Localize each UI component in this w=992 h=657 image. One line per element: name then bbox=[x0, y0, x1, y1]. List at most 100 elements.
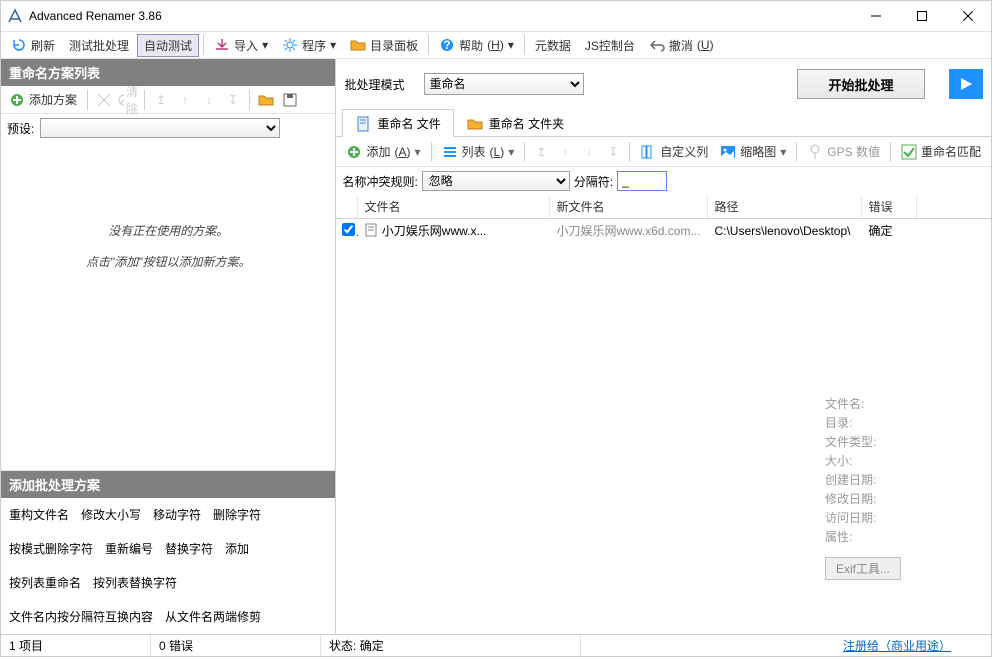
add-files-button[interactable]: 添加 (A)▾ bbox=[342, 141, 424, 162]
add-method-button[interactable]: 添加方案 bbox=[5, 89, 81, 110]
method-link[interactable]: 按模式删除字符 bbox=[9, 538, 93, 560]
window-title: Advanced Renamer 3.86 bbox=[29, 9, 853, 23]
preset-row: 预设: bbox=[1, 114, 335, 142]
method-link[interactable]: 重新编号 bbox=[105, 538, 153, 560]
info-attrs: 属性: bbox=[825, 528, 985, 547]
empty-hint-1: 没有正在使用的方案。 bbox=[108, 222, 228, 239]
maximize-button[interactable] bbox=[899, 1, 945, 31]
file-info-panel: 文件名: 目录: 文件类型: 大小: 创建日期: 修改日期: 访问日期: 属性:… bbox=[825, 395, 985, 580]
list-icon bbox=[442, 144, 458, 160]
folder-icon bbox=[350, 37, 366, 53]
method-link[interactable]: 重构文件名 bbox=[9, 504, 69, 526]
clear-methods-button[interactable]: 清除 bbox=[118, 90, 138, 110]
minimize-button[interactable] bbox=[853, 1, 899, 31]
start-batch-button[interactable]: 开始批处理 bbox=[797, 69, 925, 99]
method-link[interactable]: 移动字符 bbox=[153, 504, 201, 526]
import-icon bbox=[214, 37, 230, 53]
main-area: 重命名方案列表 添加方案 清除 ↥ ↑ ↓ ↧ 预设: bbox=[1, 59, 991, 634]
separator bbox=[524, 142, 525, 162]
move-bottom-button[interactable]: ↧ bbox=[603, 142, 623, 162]
empty-hint-2: 点击"添加"按钮以添加新方案。 bbox=[86, 253, 251, 270]
separator-input[interactable] bbox=[617, 171, 667, 191]
move-top-button[interactable]: ↥ bbox=[531, 142, 551, 162]
status-items: 1 项目 bbox=[1, 635, 151, 656]
table-row[interactable]: 小刀娱乐网www.x...小刀娱乐网www.x6d.com...C:\Users… bbox=[336, 219, 991, 242]
status-state: 状态: 确定 bbox=[321, 635, 581, 656]
columns-icon bbox=[640, 144, 656, 160]
tab-rename-folders[interactable]: 重命名 文件夹 bbox=[454, 109, 577, 137]
col-filename[interactable]: 文件名 bbox=[358, 195, 550, 218]
custom-columns-button[interactable]: 自定义列 bbox=[636, 141, 712, 162]
thumbnails-button[interactable]: 缩略图▾ bbox=[716, 141, 790, 162]
method-link[interactable]: 删除字符 bbox=[213, 504, 261, 526]
move-down-button[interactable]: ↓ bbox=[579, 142, 599, 162]
method-link[interactable]: 文件名内按分隔符互换内容 bbox=[9, 606, 153, 628]
table-header: 文件名 新文件名 路径 错误 bbox=[336, 195, 991, 219]
col-checkbox[interactable] bbox=[336, 195, 358, 218]
add-methods-header: 添加批处理方案 bbox=[1, 471, 335, 498]
col-path[interactable]: 路径 bbox=[708, 195, 862, 218]
method-link[interactable]: 按列表重命名 bbox=[9, 572, 81, 594]
method-link[interactable]: 添加 bbox=[225, 538, 249, 560]
play-button[interactable] bbox=[949, 69, 983, 99]
method-link[interactable]: 替换字符 bbox=[165, 538, 213, 560]
preset-select[interactable] bbox=[40, 118, 280, 138]
import-button[interactable]: 导入▾ bbox=[208, 35, 274, 56]
app-icon bbox=[7, 8, 23, 24]
tab-rename-files[interactable]: 重命名 文件 bbox=[342, 109, 453, 137]
row-checkbox[interactable] bbox=[342, 223, 355, 236]
js-console-button[interactable]: JS控制台 bbox=[579, 35, 641, 56]
close-button[interactable] bbox=[945, 1, 991, 31]
register-link[interactable]: 注册给（商业用途） bbox=[835, 635, 991, 656]
dir-panel-button[interactable]: 目录面板 bbox=[344, 35, 424, 56]
metadata-button[interactable]: 元数据 bbox=[529, 35, 577, 56]
status-errors: 0 错误 bbox=[151, 635, 321, 656]
col-error[interactable]: 错误 bbox=[862, 195, 917, 218]
save-button[interactable] bbox=[280, 90, 300, 110]
info-modified: 修改日期: bbox=[825, 490, 985, 509]
exif-tool-button[interactable]: Exif工具... bbox=[825, 557, 901, 580]
delete-method-button[interactable] bbox=[94, 90, 114, 110]
svg-text:?: ? bbox=[443, 38, 450, 52]
refresh-icon bbox=[11, 37, 27, 53]
program-button[interactable]: 程序▾ bbox=[276, 35, 342, 56]
move-down-button[interactable]: ↓ bbox=[199, 90, 219, 110]
help-button[interactable]: ? 帮助 (H)▾ bbox=[433, 35, 520, 56]
cell-filename: 小刀娱乐网www.x... bbox=[358, 219, 550, 242]
refresh-button[interactable]: 刷新 bbox=[5, 35, 61, 56]
file-table: 文件名 新文件名 路径 错误 小刀娱乐网www.x...小刀娱乐网www.x6d… bbox=[336, 195, 991, 634]
methods-empty-area: 没有正在使用的方案。 点击"添加"按钮以添加新方案。 bbox=[1, 142, 335, 470]
gps-button[interactable]: GPS 数值 bbox=[803, 141, 884, 162]
undo-button[interactable]: 撤消 (U) bbox=[643, 35, 720, 56]
titlebar: Advanced Renamer 3.86 bbox=[1, 1, 991, 31]
separator bbox=[431, 142, 432, 162]
main-toolbar: 刷新 测试批处理 自动测试 导入▾ 程序▾ 目录面板 ? 帮助 (H)▾ 元数据… bbox=[1, 31, 991, 59]
info-filename: 文件名: bbox=[825, 395, 985, 414]
rename-methods-header: 重命名方案列表 bbox=[1, 59, 335, 86]
separator bbox=[249, 90, 250, 110]
file-toolbar: 添加 (A)▾ 列表 (L)▾ ↥ ↑ ↓ ↧ 自定义列 缩略图▾ bbox=[336, 137, 991, 167]
col-newname[interactable]: 新文件名 bbox=[550, 195, 708, 218]
info-accessed: 访问日期: bbox=[825, 509, 985, 528]
move-bottom-button[interactable]: ↧ bbox=[223, 90, 243, 110]
rename-match-button[interactable]: 重命名匹配 bbox=[897, 141, 985, 162]
left-panel: 重命名方案列表 添加方案 清除 ↥ ↑ ↓ ↧ 预设: bbox=[1, 59, 336, 634]
undo-icon bbox=[649, 37, 665, 53]
batch-mode-select[interactable]: 重命名 bbox=[424, 73, 584, 95]
conflict-select[interactable]: 忽略 bbox=[422, 171, 570, 191]
method-link[interactable]: 从文件名两端修剪 bbox=[165, 606, 261, 628]
move-top-button[interactable]: ↥ bbox=[151, 90, 171, 110]
move-up-button[interactable]: ↑ bbox=[555, 142, 575, 162]
move-up-button[interactable]: ↑ bbox=[175, 90, 195, 110]
list-button[interactable]: 列表 (L)▾ bbox=[438, 141, 519, 162]
auto-test-button[interactable]: 自动测试 bbox=[137, 34, 199, 57]
test-batch-button[interactable]: 测试批处理 bbox=[63, 35, 135, 56]
method-link[interactable]: 按列表替换字符 bbox=[93, 572, 177, 594]
plus-icon bbox=[346, 144, 362, 160]
open-folder-button[interactable] bbox=[256, 90, 276, 110]
method-link[interactable]: 修改大小写 bbox=[81, 504, 141, 526]
statusbar: 1 项目 0 错误 状态: 确定 注册给（商业用途） bbox=[1, 634, 991, 656]
preset-label: 预设: bbox=[7, 120, 34, 137]
pin-icon bbox=[807, 144, 823, 160]
info-size: 大小: bbox=[825, 452, 985, 471]
